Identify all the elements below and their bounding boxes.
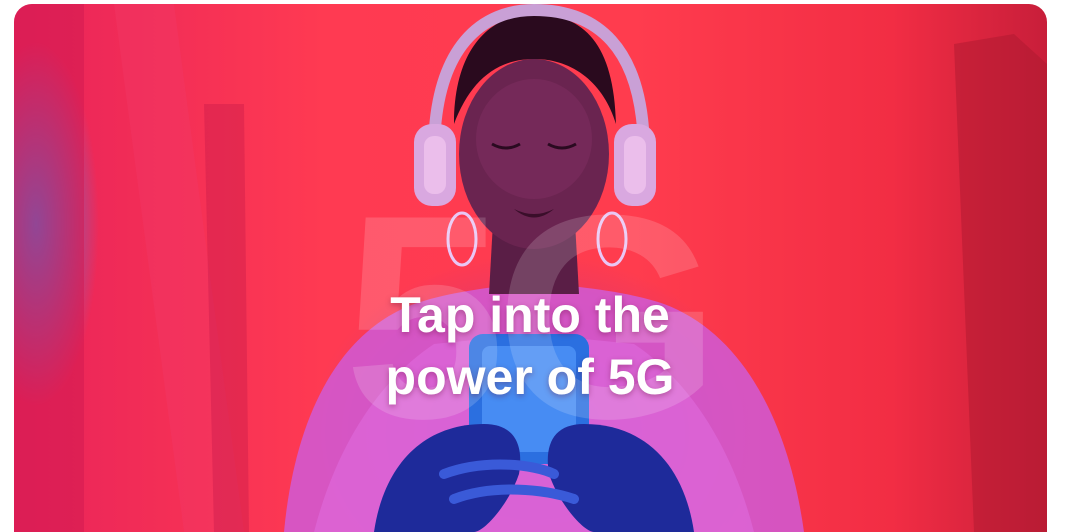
banner-headline: Tap into the power of 5G <box>310 284 750 408</box>
headline-line-2: power of 5G <box>385 349 675 405</box>
headline-line-1: Tap into the <box>390 287 670 343</box>
promo-banner[interactable]: 5G Tap into the power of 5G <box>14 4 1047 532</box>
